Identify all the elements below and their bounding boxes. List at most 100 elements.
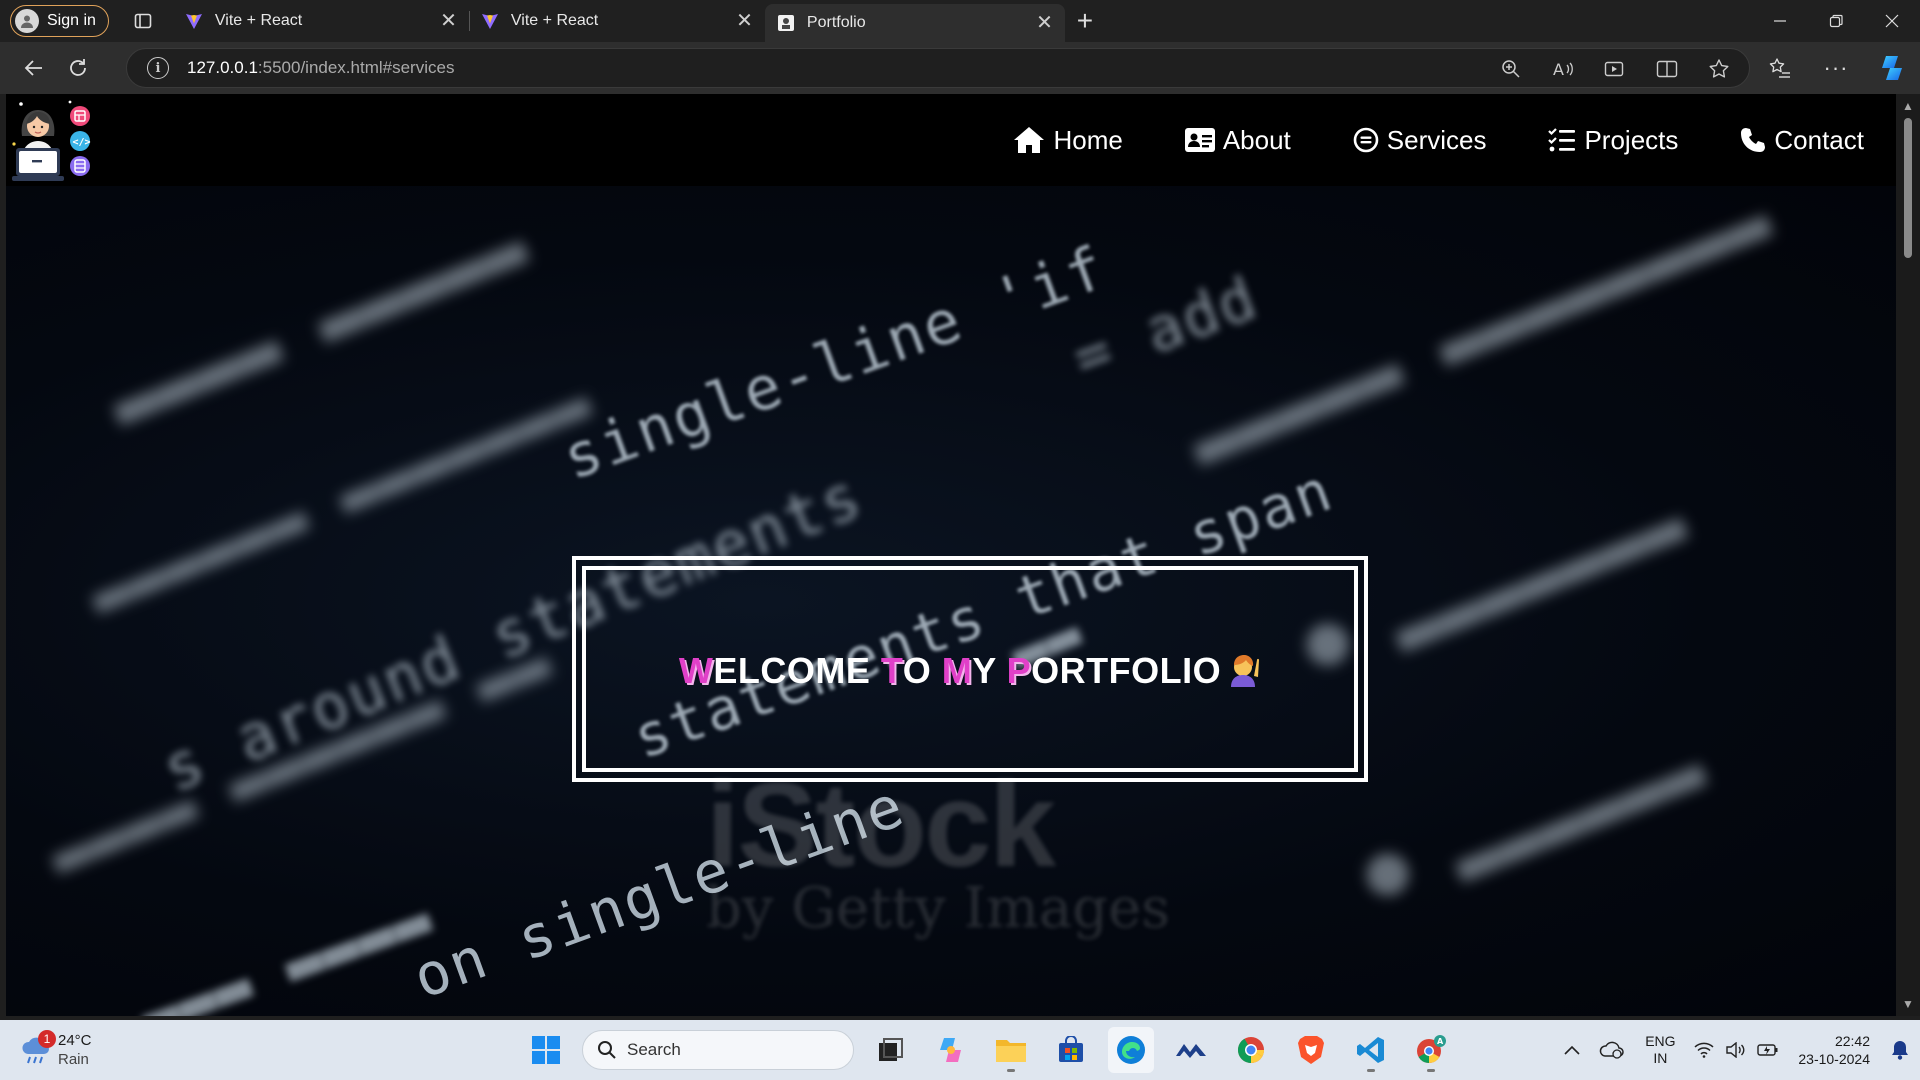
copilot-icon — [1882, 56, 1902, 80]
watermark-subtext: by Getty Images — [706, 876, 1170, 941]
minimize-icon — [1774, 20, 1786, 22]
notifications-button[interactable] — [1880, 1030, 1920, 1070]
edge-browser-app[interactable] — [1108, 1027, 1154, 1073]
chrome-profile-app[interactable]: A — [1408, 1027, 1454, 1073]
task-view-button[interactable] — [868, 1027, 914, 1073]
profile-sign-in-button[interactable]: Sign in — [10, 5, 109, 37]
new-tab-button[interactable]: + — [1065, 5, 1105, 37]
weather-temperature: 24°C — [58, 1032, 92, 1049]
home-icon — [1014, 127, 1045, 153]
task-view-icon — [879, 1038, 903, 1061]
minimize-button[interactable] — [1752, 0, 1808, 42]
svg-text:</>: </> — [73, 137, 91, 148]
search-placeholder: Search — [627, 1040, 681, 1059]
weather-widget[interactable]: 1 24°C Rain — [20, 1028, 92, 1072]
page-scrollbar[interactable]: ▲ ▼ — [1896, 94, 1920, 1016]
address-bar[interactable]: i 127.0.0.1:5500/index.html#services A — [126, 48, 1750, 88]
window-controls — [1752, 0, 1920, 42]
reload-button[interactable] — [56, 48, 100, 88]
tab-portfolio[interactable]: Portfolio ✕ — [764, 4, 1065, 42]
more-options-button[interactable]: ··· — [1808, 42, 1864, 94]
favorite-star-icon[interactable] — [1707, 57, 1731, 81]
start-button[interactable] — [524, 1028, 568, 1072]
chevron-up-icon — [1564, 1045, 1580, 1055]
chrome-profile-icon: A — [1417, 1035, 1446, 1063]
nav-contact[interactable]: Contact — [1740, 125, 1864, 156]
site-info-icon[interactable]: i — [147, 57, 169, 79]
volume-button[interactable] — [1720, 1030, 1752, 1070]
microsoft-store-app[interactable] — [1048, 1027, 1094, 1073]
url-text[interactable]: 127.0.0.1:5500/index.html#services — [187, 58, 454, 78]
back-button[interactable] — [12, 48, 56, 88]
close-icon — [1885, 14, 1899, 28]
portfolio-favicon-icon — [777, 15, 794, 31]
tab-close-icon[interactable]: ✕ — [1036, 13, 1053, 33]
tab-actions-button[interactable] — [123, 5, 163, 37]
brave-icon — [1298, 1036, 1324, 1064]
copilot-app[interactable] — [928, 1027, 974, 1073]
browser-tab-strip: Sign in Vite + React ✕ Vite + React ✕ Po… — [0, 0, 1920, 42]
scroll-down-icon[interactable]: ▼ — [1902, 998, 1914, 1010]
restore-button[interactable] — [1808, 0, 1864, 42]
nav-home[interactable]: Home — [1013, 125, 1123, 156]
vscode-icon — [1357, 1037, 1384, 1063]
copilot-button[interactable] — [1864, 42, 1920, 94]
system-clock[interactable]: 22:42 23-10-2024 — [1784, 1032, 1880, 1068]
wifi-button[interactable] — [1688, 1030, 1720, 1070]
developer-logo[interactable]: </> — [10, 98, 98, 182]
battery-button[interactable] — [1752, 1030, 1784, 1070]
nav-about[interactable]: About — [1184, 124, 1291, 156]
scroll-up-icon[interactable]: ▲ — [1902, 100, 1914, 112]
services-icon — [1353, 127, 1379, 153]
tab-vite-react-1[interactable]: Vite + React ✕ — [173, 0, 469, 42]
tab-vite-react-2[interactable]: Vite + React ✕ — [468, 0, 765, 42]
copilot-colorful-icon — [940, 1038, 961, 1062]
tab-close-icon[interactable]: ✕ — [736, 11, 753, 31]
reader-view-icon[interactable] — [1655, 57, 1679, 81]
video-icon[interactable] — [1603, 57, 1627, 81]
tab-close-icon[interactable]: ✕ — [440, 11, 457, 31]
tab-title: Portfolio — [806, 14, 866, 31]
bg-code-line: single-line 'if — [554, 232, 1116, 494]
language-indicator[interactable]: ENG IN — [1632, 1033, 1688, 1067]
onedrive-button[interactable] — [1592, 1030, 1632, 1070]
tab-actions-icon — [134, 13, 152, 29]
welcome-banner: WELCOME TO MY PORTFOLIO — [572, 556, 1368, 782]
brave-app[interactable] — [1288, 1027, 1334, 1073]
favorites-button[interactable] — [1752, 42, 1808, 94]
more-horizontal-icon: ··· — [1823, 55, 1849, 80]
scrollbar-thumb[interactable] — [1904, 118, 1912, 258]
folder-icon — [996, 1040, 1026, 1062]
nav-projects[interactable]: Projects — [1548, 125, 1678, 156]
tab-title: Vite + React — [510, 12, 599, 29]
windows-taskbar: 1 24°C Rain Search A ENG IN 22:42 23-10-… — [0, 1020, 1920, 1080]
chrome-app[interactable] — [1228, 1027, 1274, 1073]
edge-icon — [1117, 1036, 1145, 1064]
file-explorer-app[interactable] — [988, 1027, 1034, 1073]
plus-icon: + — [1076, 5, 1094, 36]
favorites-list-icon — [1769, 58, 1790, 78]
page-viewport: ▂▂▂▂ ▂▂▂▂▂ ▂▂▂▂▂▂ ▂▂▂▂▂▂▂ ▂▂▂▂ ▂▂▂▂▂▂ ▂▂… — [6, 94, 1896, 1016]
system-tray: ENG IN 22:42 23-10-2024 — [1552, 1020, 1920, 1080]
vite-favicon-icon — [481, 14, 498, 29]
wave-app-icon — [1176, 1044, 1206, 1058]
read-aloud-icon[interactable]: A — [1551, 57, 1575, 81]
site-navigation: Home About Services Projects Contact — [1013, 94, 1864, 186]
teams-wave-app[interactable] — [1168, 1027, 1214, 1073]
nav-services-label: Services — [1386, 124, 1487, 155]
id-card-icon — [1184, 128, 1215, 152]
nav-services[interactable]: Services — [1353, 124, 1487, 156]
store-bag-icon — [1059, 1036, 1083, 1062]
welcome-heading: WELCOME TO MY PORTFOLIO — [576, 650, 1364, 692]
rain-cloud-icon: 1 — [20, 1030, 56, 1066]
bell-icon — [1892, 1041, 1908, 1060]
taskbar-search[interactable]: Search — [582, 1030, 854, 1070]
show-hidden-icons-button[interactable] — [1552, 1030, 1592, 1070]
nav-about-label: About — [1222, 124, 1291, 155]
search-icon — [598, 1041, 616, 1059]
reload-icon — [70, 59, 86, 76]
vscode-app[interactable] — [1348, 1027, 1394, 1073]
chrome-icon — [1237, 1037, 1265, 1064]
close-window-button[interactable] — [1864, 0, 1920, 42]
zoom-icon[interactable] — [1499, 57, 1523, 81]
